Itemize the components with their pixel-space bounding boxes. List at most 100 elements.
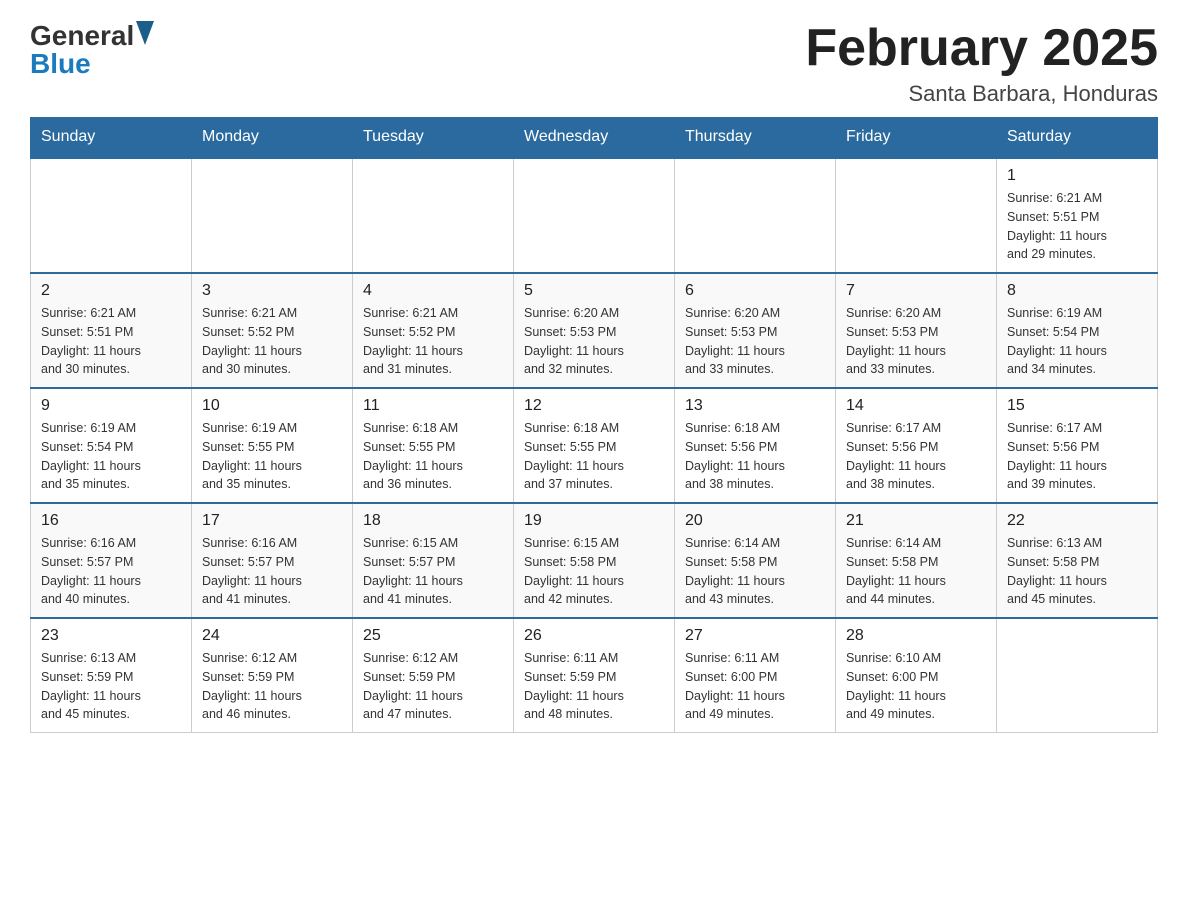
day-info: Sunrise: 6:19 AM Sunset: 5:55 PM Dayligh…: [202, 419, 342, 494]
header-saturday: Saturday: [997, 118, 1158, 158]
calendar-header-row: SundayMondayTuesdayWednesdayThursdayFrid…: [31, 118, 1158, 158]
calendar-cell: 21 Sunrise: 6:14 AM Sunset: 5:58 PM Dayli…: [836, 503, 997, 618]
day-number: 21: [846, 512, 986, 530]
day-number: 3: [202, 282, 342, 300]
calendar-week-row: 16 Sunrise: 6:16 AM Sunset: 5:57 PM Dayli…: [31, 503, 1158, 618]
calendar-cell: 28Sunrise: 6:10 AM Sunset: 6:00 PM Dayli…: [836, 618, 997, 733]
day-number: 8: [1007, 282, 1147, 300]
calendar-week-row: 2 Sunrise: 6:21 AM Sunset: 5:51 PM Daylig…: [31, 273, 1158, 388]
day-info: Sunrise: 6:18 AM Sunset: 5:55 PM Dayligh…: [524, 419, 664, 494]
day-info: Sunrise: 6:21 AM Sunset: 5:52 PM Dayligh…: [202, 304, 342, 379]
day-info: Sunrise: 6:13 AM Sunset: 5:58 PM Dayligh…: [1007, 534, 1147, 609]
day-info: Sunrise: 6:15 AM Sunset: 5:58 PM Dayligh…: [524, 534, 664, 609]
calendar-cell: [675, 158, 836, 274]
day-number: 1: [1007, 167, 1147, 185]
day-info: Sunrise: 6:18 AM Sunset: 5:56 PM Dayligh…: [685, 419, 825, 494]
calendar-cell: 8 Sunrise: 6:19 AM Sunset: 5:54 PM Daylig…: [997, 273, 1158, 388]
calendar-cell: 22 Sunrise: 6:13 AM Sunset: 5:58 PM Dayli…: [997, 503, 1158, 618]
calendar-cell: 12 Sunrise: 6:18 AM Sunset: 5:55 PM Dayli…: [514, 388, 675, 503]
calendar-cell: [31, 158, 192, 274]
day-info: Sunrise: 6:11 AM Sunset: 5:59 PM Dayligh…: [524, 649, 664, 724]
header-friday: Friday: [836, 118, 997, 158]
day-info: Sunrise: 6:16 AM Sunset: 5:57 PM Dayligh…: [41, 534, 181, 609]
day-number: 2: [41, 282, 181, 300]
day-number: 19: [524, 512, 664, 530]
calendar-week-row: 1 Sunrise: 6:21 AM Sunset: 5:51 PM Daylig…: [31, 158, 1158, 274]
calendar-cell: 2 Sunrise: 6:21 AM Sunset: 5:51 PM Daylig…: [31, 273, 192, 388]
day-info: Sunrise: 6:15 AM Sunset: 5:57 PM Dayligh…: [363, 534, 503, 609]
day-number: 13: [685, 397, 825, 415]
calendar-cell: 16 Sunrise: 6:16 AM Sunset: 5:57 PM Dayli…: [31, 503, 192, 618]
calendar-cell: 24 Sunrise: 6:12 AM Sunset: 5:59 PM Dayli…: [192, 618, 353, 733]
day-info: Sunrise: 6:21 AM Sunset: 5:51 PM Dayligh…: [41, 304, 181, 379]
location-subtitle: Santa Barbara, Honduras: [805, 81, 1158, 107]
day-number: 6: [685, 282, 825, 300]
day-info: Sunrise: 6:19 AM Sunset: 5:54 PM Dayligh…: [41, 419, 181, 494]
day-info: Sunrise: 6:19 AM Sunset: 5:54 PM Dayligh…: [1007, 304, 1147, 379]
day-number: 10: [202, 397, 342, 415]
calendar-cell: 6 Sunrise: 6:20 AM Sunset: 5:53 PM Daylig…: [675, 273, 836, 388]
calendar-cell: 17 Sunrise: 6:16 AM Sunset: 5:57 PM Dayli…: [192, 503, 353, 618]
day-info: Sunrise: 6:12 AM Sunset: 5:59 PM Dayligh…: [363, 649, 503, 724]
day-number: 26: [524, 627, 664, 645]
calendar-cell: 25 Sunrise: 6:12 AM Sunset: 5:59 PM Dayli…: [353, 618, 514, 733]
calendar-cell: 14 Sunrise: 6:17 AM Sunset: 5:56 PM Dayli…: [836, 388, 997, 503]
day-number: 14: [846, 397, 986, 415]
calendar-cell: 11 Sunrise: 6:18 AM Sunset: 5:55 PM Dayli…: [353, 388, 514, 503]
day-number: 12: [524, 397, 664, 415]
calendar-week-row: 23Sunrise: 6:13 AM Sunset: 5:59 PM Dayli…: [31, 618, 1158, 733]
day-number: 7: [846, 282, 986, 300]
day-info: Sunrise: 6:17 AM Sunset: 5:56 PM Dayligh…: [1007, 419, 1147, 494]
logo-triangle-icon: [136, 21, 154, 45]
calendar-cell: 19 Sunrise: 6:15 AM Sunset: 5:58 PM Dayli…: [514, 503, 675, 618]
page-header: General Blue February 2025 Santa Barbara…: [30, 20, 1158, 107]
calendar-cell: 26 Sunrise: 6:11 AM Sunset: 5:59 PM Dayli…: [514, 618, 675, 733]
day-info: Sunrise: 6:11 AM Sunset: 6:00 PM Dayligh…: [685, 649, 825, 724]
day-info: Sunrise: 6:17 AM Sunset: 5:56 PM Dayligh…: [846, 419, 986, 494]
title-section: February 2025 Santa Barbara, Honduras: [805, 20, 1158, 107]
header-thursday: Thursday: [675, 118, 836, 158]
calendar-cell: [997, 618, 1158, 733]
header-sunday: Sunday: [31, 118, 192, 158]
calendar-cell: 15Sunrise: 6:17 AM Sunset: 5:56 PM Dayli…: [997, 388, 1158, 503]
month-year-title: February 2025: [805, 20, 1158, 77]
day-number: 17: [202, 512, 342, 530]
header-tuesday: Tuesday: [353, 118, 514, 158]
calendar-cell: 18 Sunrise: 6:15 AM Sunset: 5:57 PM Dayli…: [353, 503, 514, 618]
day-number: 25: [363, 627, 503, 645]
calendar-cell: 3 Sunrise: 6:21 AM Sunset: 5:52 PM Daylig…: [192, 273, 353, 388]
day-info: Sunrise: 6:20 AM Sunset: 5:53 PM Dayligh…: [846, 304, 986, 379]
day-number: 18: [363, 512, 503, 530]
day-info: Sunrise: 6:21 AM Sunset: 5:51 PM Dayligh…: [1007, 189, 1147, 264]
day-info: Sunrise: 6:12 AM Sunset: 5:59 PM Dayligh…: [202, 649, 342, 724]
calendar-cell: 4 Sunrise: 6:21 AM Sunset: 5:52 PM Daylig…: [353, 273, 514, 388]
day-number: 4: [363, 282, 503, 300]
day-number: 20: [685, 512, 825, 530]
calendar-cell: [353, 158, 514, 274]
day-info: Sunrise: 6:14 AM Sunset: 5:58 PM Dayligh…: [685, 534, 825, 609]
day-number: 22: [1007, 512, 1147, 530]
calendar-cell: [192, 158, 353, 274]
calendar-cell: 10 Sunrise: 6:19 AM Sunset: 5:55 PM Dayli…: [192, 388, 353, 503]
day-number: 11: [363, 397, 503, 415]
day-info: Sunrise: 6:18 AM Sunset: 5:55 PM Dayligh…: [363, 419, 503, 494]
logo-blue-text: Blue: [30, 48, 91, 80]
header-monday: Monday: [192, 118, 353, 158]
calendar-cell: 13 Sunrise: 6:18 AM Sunset: 5:56 PM Dayli…: [675, 388, 836, 503]
header-wednesday: Wednesday: [514, 118, 675, 158]
day-info: Sunrise: 6:16 AM Sunset: 5:57 PM Dayligh…: [202, 534, 342, 609]
day-info: Sunrise: 6:10 AM Sunset: 6:00 PM Dayligh…: [846, 649, 986, 724]
day-info: Sunrise: 6:20 AM Sunset: 5:53 PM Dayligh…: [685, 304, 825, 379]
day-number: 16: [41, 512, 181, 530]
calendar-cell: 5 Sunrise: 6:20 AM Sunset: 5:53 PM Daylig…: [514, 273, 675, 388]
day-info: Sunrise: 6:21 AM Sunset: 5:52 PM Dayligh…: [363, 304, 503, 379]
calendar-cell: 9 Sunrise: 6:19 AM Sunset: 5:54 PM Daylig…: [31, 388, 192, 503]
day-number: 24: [202, 627, 342, 645]
calendar-cell: 20 Sunrise: 6:14 AM Sunset: 5:58 PM Dayli…: [675, 503, 836, 618]
calendar-cell: 27Sunrise: 6:11 AM Sunset: 6:00 PM Dayli…: [675, 618, 836, 733]
calendar-cell: 7 Sunrise: 6:20 AM Sunset: 5:53 PM Daylig…: [836, 273, 997, 388]
day-info: Sunrise: 6:20 AM Sunset: 5:53 PM Dayligh…: [524, 304, 664, 379]
day-info: Sunrise: 6:14 AM Sunset: 5:58 PM Dayligh…: [846, 534, 986, 609]
day-number: 9: [41, 397, 181, 415]
day-number: 5: [524, 282, 664, 300]
